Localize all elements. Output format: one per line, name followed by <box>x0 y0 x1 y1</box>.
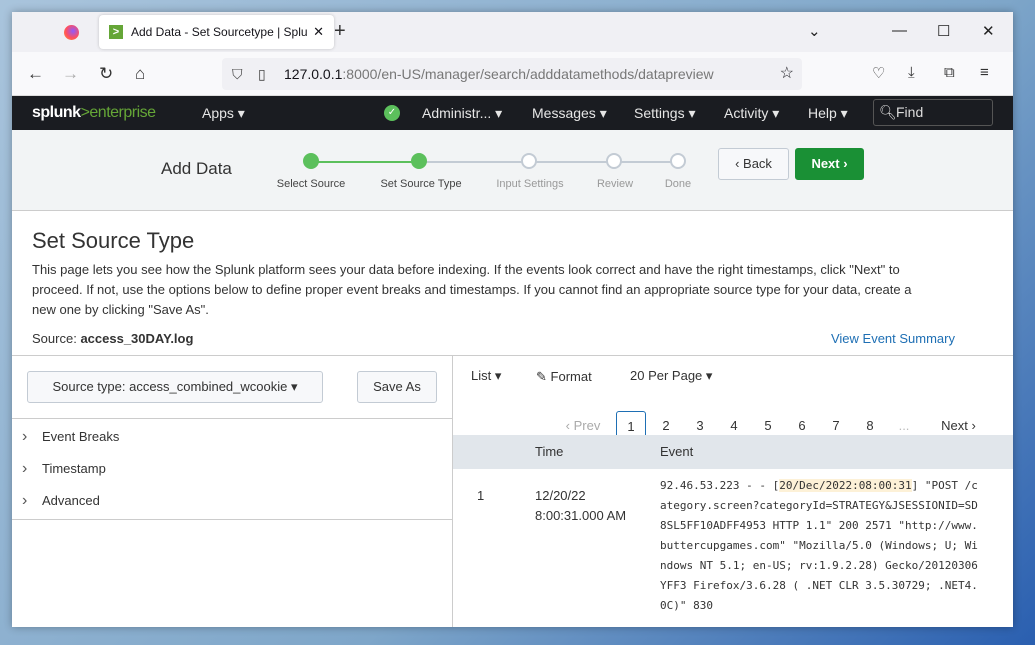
close-window-icon[interactable]: ✕ <box>982 22 995 40</box>
close-tab-icon[interactable]: ✕ <box>313 24 324 40</box>
step-label: Set Source Type <box>380 178 462 190</box>
next-button[interactable]: Next › <box>795 148 864 180</box>
source-info: Source: access_30DAY.log <box>32 331 194 346</box>
browser-window: > Add Data - Set Sourcetype | Splu ✕ + ⌄ —… <box>12 12 1013 627</box>
event-date: 12/20/22 <box>535 488 586 503</box>
format-button[interactable]: ✎ Format <box>536 369 592 385</box>
page-description: This page lets you see how the Splunk pl… <box>32 262 912 317</box>
shield-icon: ⛉ <box>232 66 243 82</box>
browser-tab[interactable]: > Add Data - Set Sourcetype | Splu ✕ <box>99 15 334 49</box>
progress-line-done <box>311 161 419 163</box>
splunk-bar: splunk>enterprise Apps ▾ ✓ Administr... … <box>12 96 1013 130</box>
per-page-dropdown[interactable]: 20 Per Page ▾ <box>630 368 712 384</box>
table-header: Time Event <box>453 435 1013 469</box>
url-bar[interactable]: ⛉ ▯ 127.0.0.1:8000/en-US/manager/search/… <box>222 58 802 90</box>
download-icon[interactable]: ⤓ <box>908 64 915 81</box>
tab-bar: > Add Data - Set Sourcetype | Splu ✕ + ⌄ —… <box>12 12 1013 52</box>
search-icon: 🔍︎ <box>879 104 897 120</box>
settings-menu[interactable]: Settings ▾ <box>634 105 696 122</box>
url-path: :8000/en-US/manager/search/adddatamethod… <box>342 66 714 82</box>
settings-panel: Source type: access_combined_wcookie ▾ S… <box>12 355 453 627</box>
minimize-icon[interactable]: — <box>892 22 907 39</box>
col-time: Time <box>535 444 564 459</box>
page-icon: ▯ <box>258 66 266 82</box>
view-event-summary-link[interactable]: View Event Summary <box>831 331 955 346</box>
apps-menu[interactable]: Apps ▾ <box>202 105 245 122</box>
find-placeholder: Find <box>896 104 924 120</box>
pencil-icon: ✎ <box>536 369 547 384</box>
maximize-icon[interactable]: ☐ <box>937 22 950 40</box>
splunk-favicon-icon: > <box>109 25 123 39</box>
timestamp-section[interactable]: Timestamp <box>12 453 452 485</box>
back-icon[interactable]: ← <box>27 64 44 84</box>
find-input[interactable]: 🔍︎ Find <box>873 99 993 126</box>
step-dot-5 <box>670 153 686 169</box>
preview-panel: List ▾ ✎ Format 20 Per Page ▾ ‹ Prev 1 2… <box>453 355 1013 627</box>
administrator-menu[interactable]: Administr... ▾ <box>422 105 502 122</box>
tab-list-icon[interactable]: ⌄ <box>808 22 821 40</box>
health-check-icon[interactable]: ✓ <box>384 105 400 121</box>
event-time: 8:00:31.000 AM <box>535 508 627 523</box>
menu-icon[interactable]: ≡ <box>980 64 989 81</box>
sourcetype-dropdown[interactable]: Source type: access_combined_wcookie ▾ <box>27 371 323 403</box>
progress-line-pending <box>419 161 679 163</box>
extensions-icon[interactable]: ⧉ <box>944 64 955 81</box>
step-dot-3 <box>521 153 537 169</box>
list-dropdown[interactable]: List ▾ <box>471 368 501 384</box>
url-host: 127.0.0.1 <box>284 66 343 82</box>
col-event: Event <box>660 444 694 459</box>
event-breaks-section[interactable]: Event Breaks <box>12 421 452 453</box>
help-menu[interactable]: Help ▾ <box>808 105 848 122</box>
row-number: 1 <box>477 488 485 503</box>
messages-menu[interactable]: Messages ▾ <box>532 105 607 122</box>
step-label: Input Settings <box>496 178 564 190</box>
page-title: Set Source Type <box>32 228 195 253</box>
step-label: Review <box>596 178 634 190</box>
reload-icon[interactable]: ↻ <box>99 64 113 84</box>
splunk-logo[interactable]: splunk>enterprise <box>32 104 156 122</box>
tab-title: Add Data - Set Sourcetype | Splu <box>131 25 308 39</box>
bookmark-star-icon[interactable]: ☆ <box>780 58 794 90</box>
nav-bar: ← → ↻ ⌂ ⛉ ▯ 127.0.0.1:8000/en-US/manager… <box>12 52 1013 96</box>
save-as-button[interactable]: Save As <box>357 371 437 403</box>
firefox-icon <box>64 25 79 40</box>
step-dot-1 <box>303 153 319 169</box>
forward-icon: → <box>62 64 79 83</box>
step-dot-2 <box>411 153 427 169</box>
activity-menu[interactable]: Activity ▾ <box>724 105 779 122</box>
step-label: Done <box>664 178 692 190</box>
advanced-section[interactable]: Advanced <box>12 485 452 517</box>
timestamp-highlight: 20/Dec/2022:08:00:31 <box>779 479 912 492</box>
pocket-icon[interactable]: ♡ <box>872 64 885 82</box>
event-text: 92.46.53.223 - - [20/Dec/2022:08:00:31] … <box>660 479 978 612</box>
wizard-header: Add Data Select Source Set Source Type I… <box>12 130 1013 211</box>
step-dot-4 <box>606 153 622 169</box>
home-icon[interactable]: ⌂ <box>135 64 145 84</box>
back-button[interactable]: ‹ Back <box>718 148 789 180</box>
new-tab-icon[interactable]: + <box>334 20 346 43</box>
wizard-title: Add Data <box>161 159 232 178</box>
step-label: Select Source <box>276 178 346 190</box>
